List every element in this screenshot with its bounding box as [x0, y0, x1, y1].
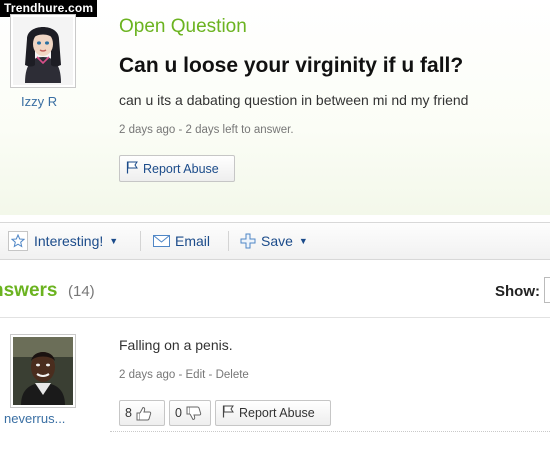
- thumbs-up-icon: [136, 406, 152, 421]
- asker-avatar-image: [13, 17, 73, 85]
- answer-body: Falling on a penis.: [119, 337, 233, 353]
- save-label: Save: [261, 233, 293, 249]
- flag-icon: [126, 161, 139, 177]
- answer-age: 2 days ago: [119, 369, 176, 381]
- divider: [0, 317, 550, 318]
- chevron-down-icon: ▼: [298, 236, 308, 246]
- plus-icon: [240, 233, 256, 249]
- thumbs-up-button[interactable]: 8: [119, 400, 165, 426]
- email-button[interactable]: Email: [153, 223, 210, 259]
- meta-separator: -: [208, 369, 216, 381]
- toolbar-divider: [140, 231, 141, 251]
- question-meta: 2 days ago - 2 days left to answer.: [119, 124, 294, 136]
- interesting-button[interactable]: Interesting! ▼: [8, 223, 118, 259]
- delete-link[interactable]: Delete: [216, 369, 249, 381]
- answers-count: (14): [68, 283, 95, 300]
- answer-meta: 2 days ago - Edit - Delete: [119, 369, 249, 381]
- action-toolbar: Interesting! ▼ Email Save ▼: [0, 222, 550, 260]
- section-label: Open Question: [119, 16, 247, 37]
- toolbar-divider: [228, 231, 229, 251]
- answerer-avatar[interactable]: [10, 334, 76, 408]
- thumbs-up-count: 8: [125, 406, 132, 420]
- show-label: Show:: [495, 283, 540, 300]
- asker-name[interactable]: Izzy R: [21, 94, 57, 109]
- answer-report-abuse-button[interactable]: Report Abuse: [215, 400, 331, 426]
- report-abuse-button[interactable]: Report Abuse: [119, 155, 235, 182]
- answerer-name[interactable]: neverrus...: [4, 411, 65, 426]
- interesting-label: Interesting!: [34, 233, 104, 249]
- answerer-avatar-image: [13, 337, 73, 405]
- envelope-icon: [153, 235, 170, 247]
- show-select[interactable]: [544, 277, 550, 303]
- meta-separator: -: [178, 369, 186, 381]
- thumbs-down-button[interactable]: 0: [169, 400, 211, 426]
- star-icon: [8, 231, 28, 251]
- asker-avatar[interactable]: [10, 14, 76, 88]
- question-body: can u its a dabating question in between…: [119, 92, 469, 108]
- question-title: Can u loose your virginity if u fall?: [119, 54, 464, 77]
- answer-divider: [110, 431, 550, 432]
- edit-link[interactable]: Edit: [186, 369, 206, 381]
- chevron-down-icon: ▼: [109, 236, 119, 246]
- answers-heading: nswers: [0, 280, 58, 301]
- thumbs-down-icon: [186, 406, 202, 421]
- thumbs-down-count: 0: [175, 406, 182, 420]
- email-label: Email: [175, 233, 211, 249]
- report-abuse-label: Report Abuse: [143, 161, 219, 176]
- save-button[interactable]: Save ▼: [240, 223, 308, 259]
- flag-icon: [222, 405, 235, 421]
- report-abuse-label: Report Abuse: [239, 406, 315, 420]
